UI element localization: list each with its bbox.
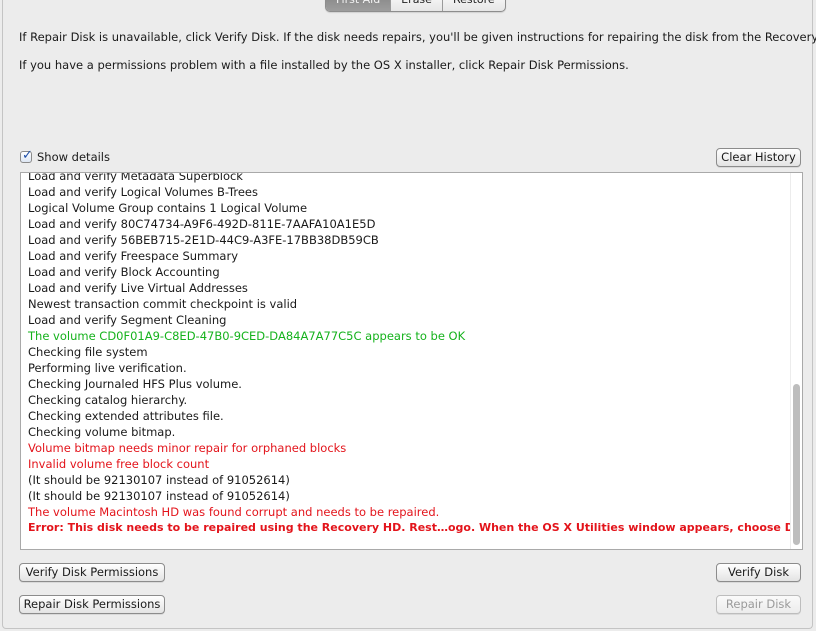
info-text-repair: If Repair Disk is unavailable, click Ver… — [19, 30, 816, 44]
tab-erase[interactable]: Erase — [391, 0, 443, 11]
checkbox-box[interactable]: ✓ — [20, 148, 33, 163]
tab-restore[interactable]: Restore — [443, 0, 505, 11]
log-line: Load and verify Logical Volumes B-Trees — [28, 185, 258, 199]
log-line: Checking Journaled HFS Plus volume. — [28, 377, 242, 391]
log-line: Checking volume bitmap. — [28, 425, 176, 439]
log-line: Checking extended attributes file. — [28, 409, 224, 423]
log-line: Load and verify Live Virtual Addresses — [28, 281, 248, 295]
tab-bar: First Aid Erase Restore — [325, 0, 506, 12]
log-scrollbar[interactable] — [790, 173, 802, 549]
repair-disk-button[interactable]: Repair Disk — [716, 595, 801, 614]
info-text-permissions: If you have a permissions problem with a… — [19, 58, 629, 72]
log-line: Error: This disk needs to be repaired us… — [28, 521, 803, 534]
log-line: Load and verify Block Accounting — [28, 265, 220, 279]
verify-disk-permissions-button[interactable]: Verify Disk Permissions — [19, 563, 165, 582]
checkmark-icon: ✓ — [22, 148, 33, 163]
log-line: Load and verify Freespace Summary — [28, 249, 239, 263]
log-line: The volume Macintosh HD was found corrup… — [28, 505, 440, 519]
clear-history-button[interactable]: Clear History — [716, 148, 801, 167]
repair-disk-permissions-button[interactable]: Repair Disk Permissions — [19, 595, 165, 614]
log-lines: Load and verify Metadata Superblock Load … — [28, 172, 803, 536]
log-line: Checking file system — [28, 345, 148, 359]
scrollbar-thumb[interactable] — [793, 384, 800, 545]
log-line: (It should be 92130107 instead of 910526… — [28, 473, 290, 487]
verify-disk-button[interactable]: Verify Disk — [716, 563, 801, 582]
log-line: Checking catalog hierarchy. — [28, 393, 188, 407]
show-details-label: Show details — [37, 150, 110, 164]
log-line: Load and verify 56BEB715-2E1D-44C9-A3FE-… — [28, 233, 379, 247]
tab-first-aid[interactable]: First Aid — [326, 0, 392, 11]
log-line: Load and verify Metadata Superblock — [28, 172, 243, 183]
log-line: Load and verify Segment Cleaning — [28, 313, 227, 327]
log-line: (It should be 92130107 instead of 910526… — [28, 489, 290, 503]
log-line: Newest transaction commit checkpoint is … — [28, 297, 298, 311]
log-line: Logical Volume Group contains 1 Logical … — [28, 201, 308, 215]
log-line: Invalid volume free block count — [28, 457, 210, 471]
log-line: Load and verify 80C74734-A9F6-492D-811E-… — [28, 217, 376, 231]
log-line: Volume bitmap needs minor repair for orp… — [28, 441, 347, 455]
first-aid-panel: First Aid Erase Restore If Repair Disk i… — [2, 0, 816, 629]
log-line: Performing live verification. — [28, 361, 187, 375]
show-details-checkbox[interactable]: ✓ Show details — [20, 148, 110, 164]
log-line: The volume CD0F01A9-C8ED-47B0-9CED-DA84A… — [28, 329, 466, 343]
details-log[interactable]: Load and verify Metadata Superblock Load … — [20, 172, 803, 550]
